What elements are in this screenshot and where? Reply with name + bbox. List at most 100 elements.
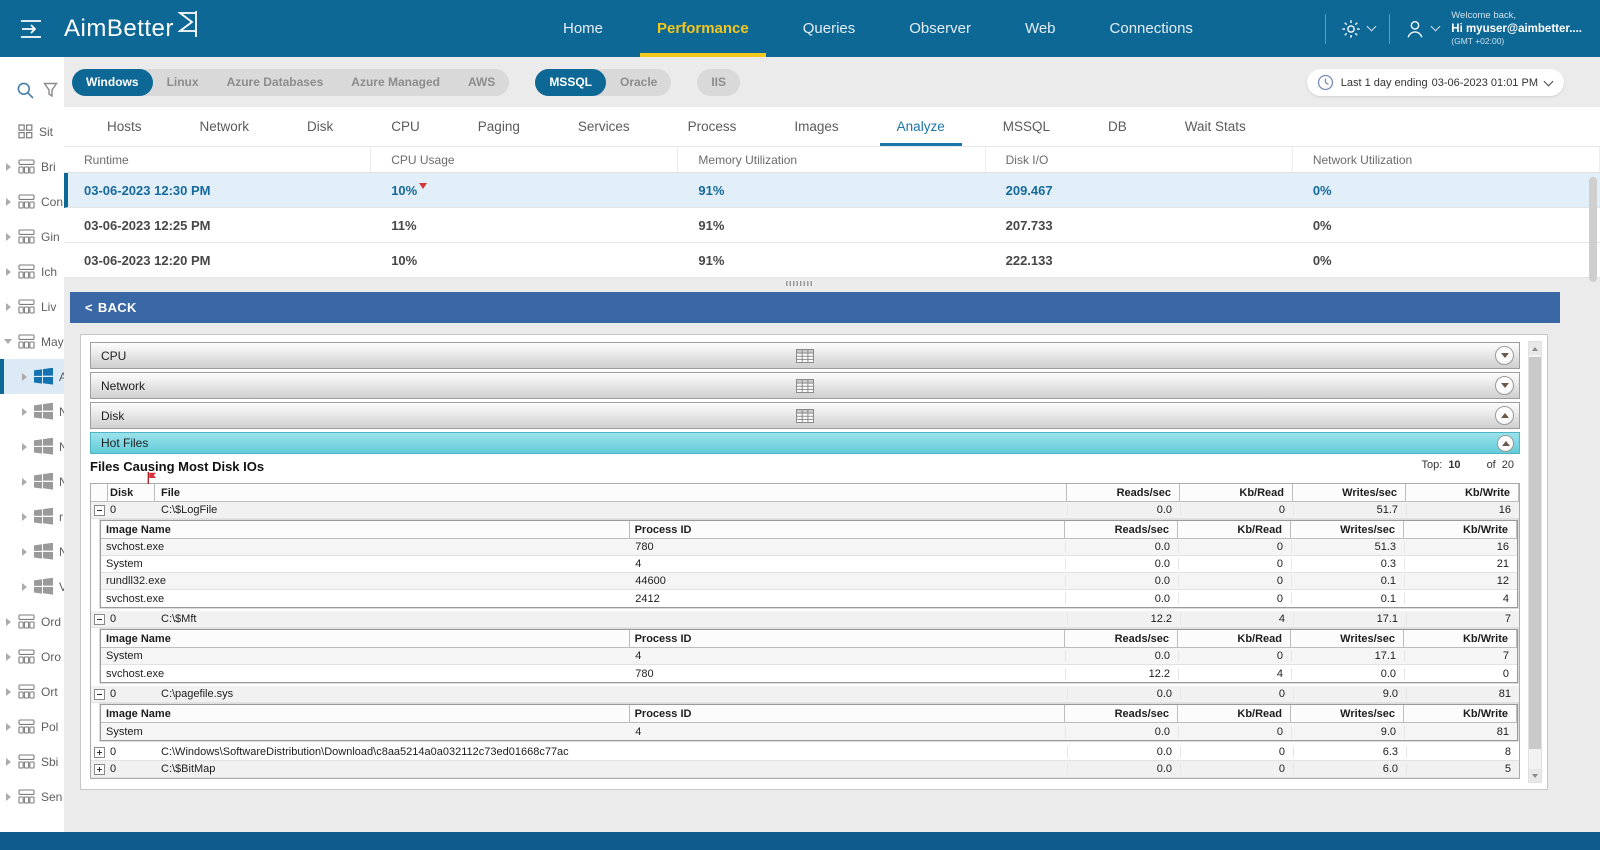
column-header-image-name[interactable]: Image Name	[101, 630, 630, 648]
search-icon[interactable]	[16, 81, 35, 100]
nav-item-connections[interactable]: Connections	[1083, 0, 1220, 57]
expand-arrow-icon[interactable]	[1495, 376, 1514, 395]
time-range-selector[interactable]: Last 1 day ending 03-06-2023 01:01 PM	[1306, 69, 1564, 96]
column-header-kb-write[interactable]: Kb/Write	[1406, 484, 1519, 502]
sidebar-item-n[interactable]: N	[0, 534, 64, 569]
scrollbar-thumb[interactable]	[1529, 357, 1541, 749]
nav-item-performance[interactable]: Performance	[630, 0, 776, 57]
column-header-writes-sec[interactable]: Writes/sec	[1291, 705, 1404, 723]
column-header-network-utilization[interactable]: Network Utilization	[1293, 147, 1600, 172]
column-header-image-name[interactable]: Image Name	[101, 521, 630, 539]
collapse-minus-icon[interactable]	[94, 688, 105, 700]
sidebar-item-bri[interactable]: Bri	[0, 149, 64, 184]
scroll-up-icon[interactable]	[1529, 342, 1541, 355]
column-header-kb-write[interactable]: Kb/Write	[1404, 705, 1517, 723]
settings-gear-icon[interactable]	[1340, 18, 1377, 40]
column-header-kb-write[interactable]: Kb/Write	[1404, 521, 1517, 539]
accordion-section-network[interactable]: Network	[90, 372, 1520, 399]
process-row[interactable]: System 4 0.0 0 17.1 7	[101, 648, 1517, 665]
sidebar-item-liv[interactable]: Liv	[0, 289, 64, 324]
chevron-right-icon[interactable]	[0, 652, 16, 661]
process-row[interactable]: svchost.exe 780 0.0 0 51.3 16	[101, 539, 1517, 556]
hot-file-group-row[interactable]: 0 C:\pagefile.sys 0.0 0 9.0 81	[91, 686, 1519, 703]
sidebar-item-sbi[interactable]: Sbi	[0, 744, 64, 779]
process-row[interactable]: rundll32.exe 44600 0.0 0 0.1 12	[101, 573, 1517, 590]
scroll-down-icon[interactable]	[1529, 769, 1541, 782]
tab-images[interactable]: Images	[765, 107, 867, 146]
hot-file-group-row[interactable]: 0 C:\$LogFile 0.0 0 51.7 16	[91, 502, 1519, 519]
sidebar-collapse-icon[interactable]	[14, 14, 48, 44]
hot-file-group-row[interactable]: 0 C:\$Mft 12.2 4 17.1 7	[91, 611, 1519, 628]
process-row[interactable]: svchost.exe 780 12.2 4 0.0 0	[101, 665, 1517, 682]
filter-icon[interactable]	[43, 82, 58, 99]
hot-file-group-row[interactable]: 0 C:\Windows\SoftwareDistribution\Downloa…	[91, 744, 1519, 761]
filter-chip-azure-managed[interactable]: Azure Managed	[337, 69, 454, 96]
tab-mssql[interactable]: MSSQL	[974, 107, 1079, 146]
tab-process[interactable]: Process	[659, 107, 766, 146]
accordion-section-cpu[interactable]: CPU	[90, 342, 1520, 369]
collapse-minus-icon[interactable]	[94, 613, 105, 625]
filter-chip-windows[interactable]: Windows	[72, 68, 153, 96]
collapse-arrow-icon[interactable]	[1495, 406, 1514, 425]
column-header-process-id[interactable]: Process ID	[629, 705, 1065, 723]
column-header-file[interactable]: File	[155, 484, 1067, 502]
runtime-table-scrollbar[interactable]	[1589, 177, 1597, 282]
chevron-right-icon[interactable]	[0, 197, 16, 206]
accordion-section-hot-files[interactable]: Hot Files	[90, 432, 1520, 454]
sidebar-item-n[interactable]: N	[0, 394, 64, 429]
column-header-process-id[interactable]: Process ID	[629, 630, 1065, 648]
chevron-right-icon[interactable]	[0, 792, 16, 801]
user-avatar-icon[interactable]	[1404, 18, 1441, 40]
runtime-row[interactable]: 03-06-2023 12:30 PM 10% 91% 209.467 0%	[64, 173, 1600, 208]
nav-item-observer[interactable]: Observer	[882, 0, 998, 57]
nav-item-home[interactable]: Home	[536, 0, 630, 57]
chevron-right-icon[interactable]	[0, 232, 16, 241]
column-header-kb-read[interactable]: Kb/Read	[1180, 484, 1293, 502]
filter-chip-iis[interactable]: IIS	[697, 69, 740, 96]
filter-chip-azure-databases[interactable]: Azure Databases	[213, 69, 338, 96]
sidebar-item-con[interactable]: Con	[0, 184, 64, 219]
tab-network[interactable]: Network	[171, 107, 279, 146]
chevron-right-icon[interactable]	[0, 162, 16, 171]
runtime-row[interactable]: 03-06-2023 12:20 PM 10% 91% 222.133 0%	[64, 243, 1600, 278]
runtime-row[interactable]: 03-06-2023 12:25 PM 11% 91% 207.733 0%	[64, 208, 1600, 243]
expand-arrow-icon[interactable]	[1495, 346, 1514, 365]
sidebar-item-v[interactable]: V	[0, 569, 64, 604]
column-header-memory-utilization[interactable]: Memory Utilization	[678, 147, 986, 172]
column-header-writes-sec[interactable]: Writes/sec	[1291, 630, 1404, 648]
resize-grip-handle[interactable]	[786, 281, 814, 286]
sidebar-item-n[interactable]: N	[0, 429, 64, 464]
tab-db[interactable]: DB	[1079, 107, 1156, 146]
table-grid-icon[interactable]	[796, 408, 814, 423]
sidebar-item-oro[interactable]: Oro	[0, 639, 64, 674]
column-header-kb-read[interactable]: Kb/Read	[1178, 521, 1291, 539]
expand-plus-icon[interactable]	[94, 746, 105, 758]
sidebar-item-ich[interactable]: Ich	[0, 254, 64, 289]
collapse-arrow-icon[interactable]	[1497, 434, 1514, 452]
chevron-right-icon[interactable]	[0, 617, 16, 626]
back-button[interactable]: < BACK	[70, 292, 1560, 323]
column-header-cpu-usage[interactable]: CPU Usage	[371, 147, 679, 172]
chevron-right-icon[interactable]	[16, 477, 32, 486]
process-row[interactable]: System 4 0.0 0 0.3 21	[101, 556, 1517, 573]
chevron-right-icon[interactable]	[16, 547, 32, 556]
filter-chip-oracle[interactable]: Oracle	[606, 69, 671, 96]
column-header-writes-sec[interactable]: Writes/sec	[1293, 484, 1406, 502]
tab-paging[interactable]: Paging	[449, 107, 549, 146]
chevron-down-icon[interactable]	[0, 339, 16, 344]
top-value[interactable]: 10	[1448, 459, 1460, 471]
expand-plus-icon[interactable]	[94, 763, 105, 775]
nav-item-queries[interactable]: Queries	[776, 0, 883, 57]
hot-file-group-row[interactable]: 0 C:\$BitMap 0.0 0 6.0 5	[91, 761, 1519, 778]
tab-disk[interactable]: Disk	[278, 107, 362, 146]
table-grid-icon[interactable]	[796, 348, 814, 363]
column-header-kb-read[interactable]: Kb/Read	[1178, 630, 1291, 648]
sidebar-item-r[interactable]: r	[0, 499, 64, 534]
sidebar-item-ort[interactable]: Ort	[0, 674, 64, 709]
column-header-runtime[interactable]: Runtime	[64, 147, 372, 172]
nav-item-web[interactable]: Web	[998, 0, 1083, 57]
chevron-right-icon[interactable]	[16, 442, 32, 451]
filter-chip-mssql[interactable]: MSSQL	[535, 68, 606, 96]
column-header-disk[interactable]: Disk	[108, 484, 155, 502]
sidebar-item-n[interactable]: N	[0, 464, 64, 499]
